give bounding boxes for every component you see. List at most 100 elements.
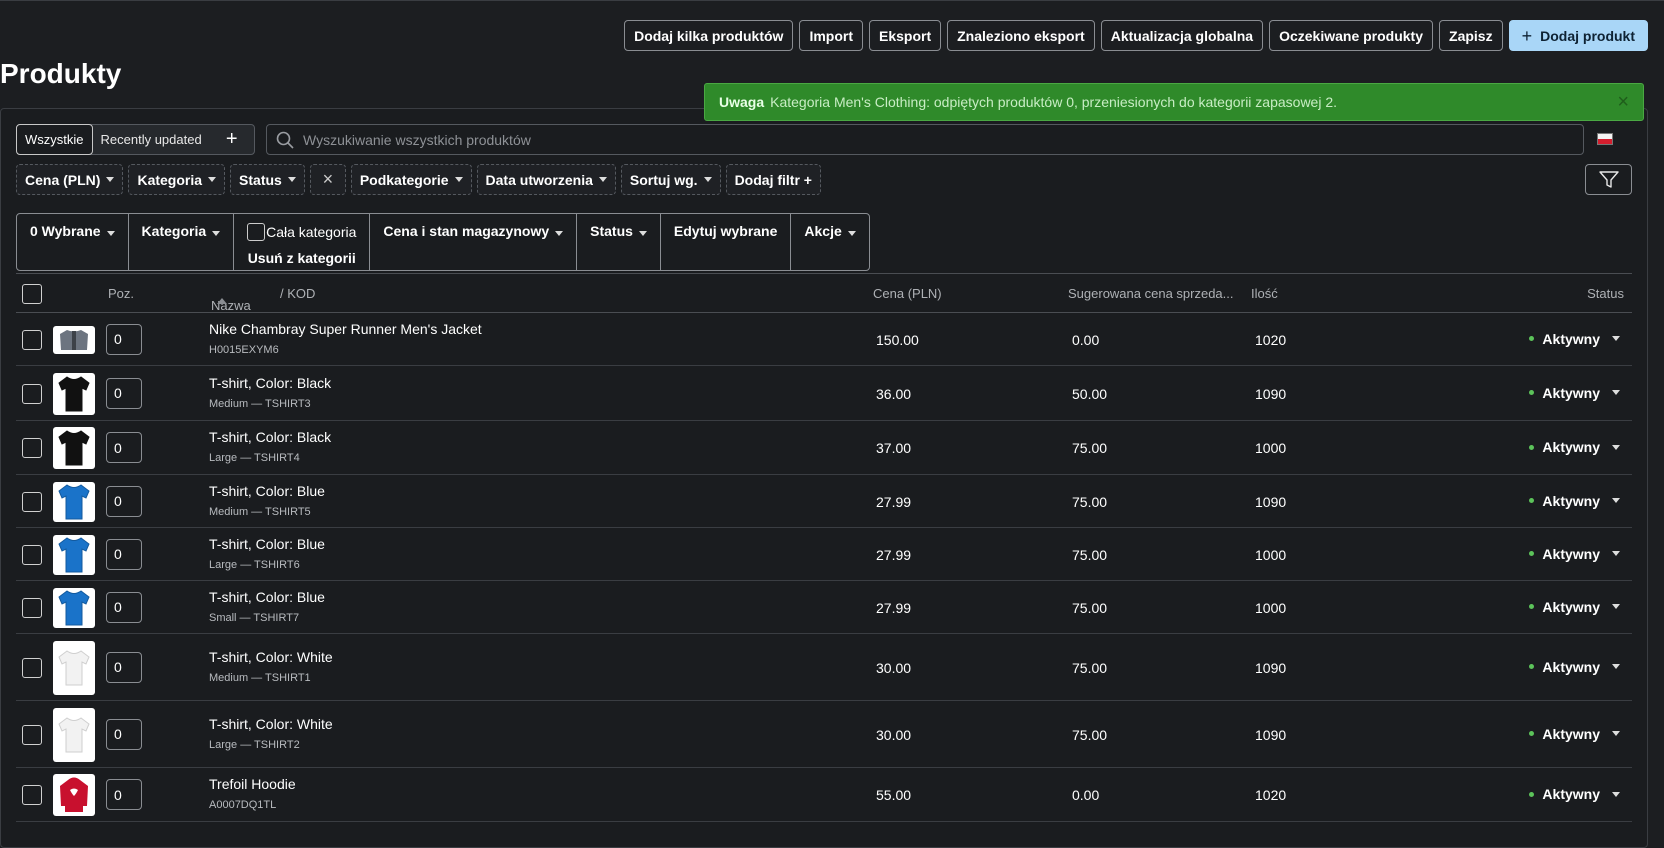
product-name-link[interactable]: T-shirt, Color: Blue: [209, 536, 325, 552]
save-button[interactable]: Zapisz: [1439, 20, 1503, 51]
header-price[interactable]: Cena (PLN): [873, 286, 942, 301]
table-row[interactable]: 0 T-shirt, Color: White Medium — TSHIRT1 30…: [16, 634, 1632, 701]
close-icon[interactable]: ×: [1617, 91, 1629, 114]
price-value[interactable]: 55.00: [876, 787, 911, 803]
select-all-checkbox[interactable]: [22, 284, 42, 304]
product-thumbnail[interactable]: [53, 534, 95, 575]
language-flag-icon[interactable]: [1597, 133, 1613, 145]
add-product-button[interactable]: + Dodaj produkt: [1508, 20, 1648, 51]
row-checkbox[interactable]: [22, 491, 42, 512]
price-value[interactable]: 27.99: [876, 600, 911, 616]
status-dropdown[interactable]: Aktywny: [1529, 493, 1620, 509]
import-button[interactable]: Import: [799, 20, 863, 51]
whole-category-checkbox[interactable]: [247, 223, 266, 241]
filter-sort[interactable]: Sortuj wg.: [620, 164, 721, 195]
status-dropdown[interactable]: Aktywny: [1529, 599, 1620, 615]
found-export-button[interactable]: Znaleziono eksport: [947, 20, 1095, 51]
header-quantity[interactable]: Ilość: [1251, 286, 1278, 301]
filter-subcategories[interactable]: Podkategorie: [350, 164, 472, 195]
suggested-price-value[interactable]: 75.00: [1072, 440, 1107, 456]
price-value[interactable]: 37.00: [876, 440, 911, 456]
product-thumbnail[interactable]: [53, 587, 95, 628]
price-value[interactable]: 30.00: [876, 660, 911, 676]
price-value[interactable]: 150.00: [876, 332, 919, 348]
quantity-value[interactable]: 1020: [1255, 787, 1286, 803]
suggested-price-value[interactable]: 75.00: [1072, 494, 1107, 510]
price-value[interactable]: 27.99: [876, 494, 911, 510]
bulk-category-dropdown[interactable]: Kategoria: [129, 214, 235, 270]
position-input[interactable]: 0: [106, 718, 142, 750]
quantity-value[interactable]: 1090: [1255, 660, 1286, 676]
add-many-products-button[interactable]: Dodaj kilka produktów: [624, 20, 794, 51]
product-name-link[interactable]: T-shirt, Color: White: [209, 649, 333, 665]
quantity-value[interactable]: 1000: [1255, 547, 1286, 563]
product-name-link[interactable]: T-shirt, Color: Black: [209, 429, 331, 445]
quantity-value[interactable]: 1090: [1255, 386, 1286, 402]
view-all-tab[interactable]: Wszystkie: [16, 124, 93, 155]
table-row[interactable]: 0 T-shirt, Color: Black Medium — TSHIRT3 36…: [16, 366, 1632, 421]
header-suggested-price[interactable]: Sugerowana cena sprzeda...: [1068, 286, 1234, 301]
add-view-plus-icon[interactable]: +: [210, 125, 254, 154]
filter-toggle-button[interactable]: [1585, 164, 1632, 195]
product-name-link[interactable]: Nike Chambray Super Runner Men's Jacket: [209, 321, 482, 337]
price-value[interactable]: 27.99: [876, 547, 911, 563]
filter-price[interactable]: Cena (PLN): [16, 164, 124, 195]
quantity-value[interactable]: 1000: [1255, 440, 1286, 456]
suggested-price-value[interactable]: 0.00: [1072, 332, 1099, 348]
position-input[interactable]: 0: [106, 377, 142, 409]
table-row[interactable]: 0 T-shirt, Color: Blue Small — TSHIRT7 27.9…: [16, 581, 1632, 634]
price-value[interactable]: 36.00: [876, 386, 911, 402]
quantity-value[interactable]: 1000: [1255, 600, 1286, 616]
expected-products-button[interactable]: Oczekiwane produkty: [1269, 20, 1434, 51]
whole-category-option[interactable]: Cała kategoria: [247, 223, 356, 241]
product-thumbnail[interactable]: [53, 325, 95, 354]
position-input[interactable]: 0: [106, 779, 142, 810]
suggested-price-value[interactable]: 75.00: [1072, 547, 1107, 563]
row-checkbox[interactable]: [22, 383, 42, 404]
position-input[interactable]: 0: [106, 651, 142, 683]
filter-created-date[interactable]: Data utworzenia: [476, 164, 616, 195]
status-dropdown[interactable]: Aktywny: [1529, 385, 1620, 401]
row-checkbox[interactable]: [22, 657, 42, 678]
row-checkbox[interactable]: [22, 724, 42, 745]
view-recent-tab[interactable]: Recently updated: [93, 125, 210, 154]
product-name-link[interactable]: Trefoil Hoodie: [209, 776, 296, 792]
row-checkbox[interactable]: [22, 785, 42, 805]
product-name-link[interactable]: T-shirt, Color: White: [209, 716, 333, 732]
suggested-price-value[interactable]: 50.00: [1072, 386, 1107, 402]
status-dropdown[interactable]: Aktywny: [1529, 786, 1620, 802]
product-name-link[interactable]: T-shirt, Color: Blue: [209, 589, 325, 605]
product-name-link[interactable]: T-shirt, Color: Blue: [209, 483, 325, 499]
header-code[interactable]: / KOD: [280, 286, 315, 301]
status-dropdown[interactable]: Aktywny: [1529, 659, 1620, 675]
table-row[interactable]: 0 T-shirt, Color: Blue Medium — TSHIRT5 27.…: [16, 475, 1632, 528]
row-checkbox[interactable]: [22, 544, 42, 565]
price-value[interactable]: 30.00: [876, 727, 911, 743]
table-row[interactable]: 0 T-shirt, Color: Blue Large — TSHIRT6 27.9…: [16, 528, 1632, 581]
product-thumbnail[interactable]: [53, 640, 95, 695]
table-row[interactable]: 0 Nike Chambray Super Runner Men's Jacket…: [16, 313, 1632, 366]
quantity-value[interactable]: 1090: [1255, 494, 1286, 510]
quantity-value[interactable]: 1020: [1255, 332, 1286, 348]
position-input[interactable]: 0: [106, 323, 142, 355]
table-row[interactable]: 0 T-shirt, Color: White Large — TSHIRT2 30.…: [16, 701, 1632, 768]
product-name-link[interactable]: T-shirt, Color: Black: [209, 375, 331, 391]
table-row[interactable]: 0 Trefoil Hoodie A0007DQ1TL 55.00 0.00 1020 Ak…: [16, 768, 1632, 822]
status-dropdown[interactable]: Aktywny: [1529, 331, 1620, 347]
suggested-price-value[interactable]: 75.00: [1072, 727, 1107, 743]
filter-category[interactable]: Kategoria: [128, 164, 226, 195]
quantity-value[interactable]: 1090: [1255, 727, 1286, 743]
add-filter-button[interactable]: Dodaj filtr +: [725, 164, 821, 195]
bulk-status-dropdown[interactable]: Status: [577, 214, 661, 270]
bulk-edit-selected-button[interactable]: Edytuj wybrane: [661, 214, 792, 270]
product-thumbnail[interactable]: [53, 372, 95, 415]
export-button[interactable]: Eksport: [869, 20, 942, 51]
filter-status[interactable]: Status: [230, 164, 305, 195]
product-thumbnail[interactable]: [53, 481, 95, 522]
bulk-actions-dropdown[interactable]: Akcje: [791, 214, 868, 270]
row-checkbox[interactable]: [22, 438, 42, 458]
status-dropdown[interactable]: Aktywny: [1529, 439, 1620, 455]
status-dropdown[interactable]: Aktywny: [1529, 726, 1620, 742]
suggested-price-value[interactable]: 75.00: [1072, 660, 1107, 676]
remove-from-category-button[interactable]: Usuń z kategorii: [247, 250, 356, 266]
